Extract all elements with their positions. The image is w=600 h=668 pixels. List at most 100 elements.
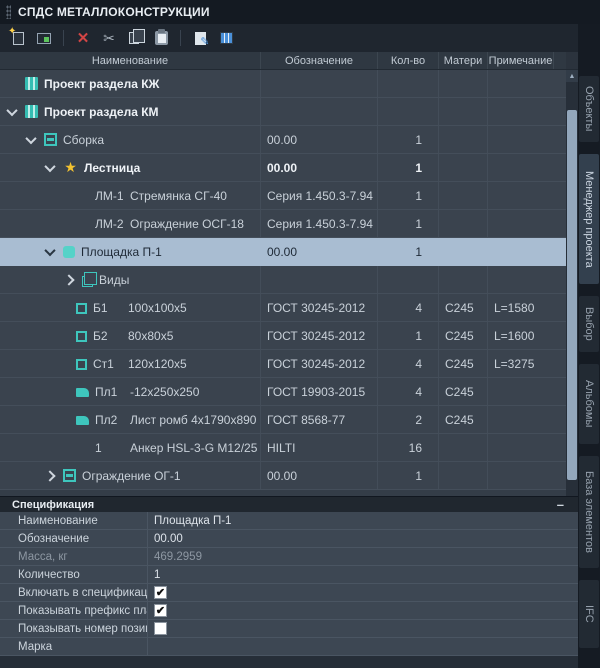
- tab-ifc[interactable]: IFC: [579, 580, 599, 648]
- spec-panel-header[interactable]: Спецификация –: [0, 496, 578, 512]
- profile-icon: [76, 303, 87, 314]
- chevron-right-icon[interactable]: [44, 470, 55, 481]
- paste-icon: [155, 31, 168, 45]
- vertical-scrollbar[interactable]: ▲: [566, 70, 578, 496]
- project-tree: Проект раздела КЖ Проект раздела КМ Сбор…: [0, 70, 566, 496]
- scrollbar-header-gap: [566, 52, 578, 69]
- tree-row-og1[interactable]: Ограждение ОГ-1 00.00 1: [0, 462, 566, 490]
- delete-button[interactable]: ✕: [73, 28, 93, 48]
- tree-row-b2[interactable]: Б280x80x5 ГОСТ 30245-2012 1 С245 L=1600: [0, 322, 566, 350]
- property-value: 469.2959: [148, 548, 578, 565]
- insert-image-button[interactable]: [34, 28, 54, 48]
- property-value[interactable]: 00.00: [148, 530, 578, 547]
- paste-button[interactable]: [151, 28, 171, 48]
- tree-row-pl1[interactable]: Пл1-12x250x250 ГОСТ 19903-2015 4 С245: [0, 378, 566, 406]
- position-mark: Пл1: [95, 385, 130, 399]
- property-label: Включать в спецификацию: [0, 584, 148, 601]
- tree-row-views[interactable]: Виды: [0, 266, 566, 294]
- profile-icon: [76, 331, 87, 342]
- minimize-icon[interactable]: –: [557, 497, 564, 512]
- tree-row-project-km[interactable]: Проект раздела КМ: [0, 98, 566, 126]
- tree-row-anchor[interactable]: 1Анкер HSL-3-G M12/25 HILTI 16: [0, 434, 566, 462]
- plate-icon: [76, 416, 89, 425]
- property-value[interactable]: [148, 638, 578, 655]
- spec-row-mark: Марка: [0, 638, 578, 656]
- tree-row-project-kzh[interactable]: Проект раздела КЖ: [0, 70, 566, 98]
- column-header-note[interactable]: Примечание: [487, 52, 553, 69]
- chevron-down-icon[interactable]: [44, 160, 55, 171]
- drag-grip-icon[interactable]: [6, 5, 11, 19]
- spec-property-grid: Наименование Площадка П-1 Обозначение 00…: [0, 512, 578, 656]
- tab-albums[interactable]: Альбомы: [579, 364, 599, 444]
- toolbar-separator: [63, 30, 64, 46]
- new-object-button[interactable]: ✦: [8, 28, 28, 48]
- table-button[interactable]: [216, 28, 236, 48]
- table-icon: [220, 32, 233, 44]
- project-icon: [25, 105, 38, 118]
- column-header-material[interactable]: Матери: [438, 52, 487, 69]
- tab-selection[interactable]: Выбор: [579, 296, 599, 352]
- property-label: Наименование: [0, 512, 148, 529]
- scrollbar-thumb[interactable]: [567, 110, 577, 480]
- bottom-filler: [0, 656, 578, 668]
- edit-spec-button[interactable]: [190, 28, 210, 48]
- platform-icon: [63, 246, 75, 258]
- insert-image-icon: [37, 33, 51, 44]
- position-mark: Б1: [93, 301, 128, 315]
- position-mark: ЛМ-1: [95, 189, 130, 203]
- tree-row-pl2[interactable]: Пл2Лист ромб 4x1790x890 ГОСТ 8568-77 2 С…: [0, 406, 566, 434]
- property-label: Масса, кг: [0, 548, 148, 565]
- tree-row-platform-selected[interactable]: Площадка П-1 00.00 1: [0, 238, 566, 266]
- tree-row-st1[interactable]: Ст1120x120x5 ГОСТ 30245-2012 4 С245 L=32…: [0, 350, 566, 378]
- assembly-icon: [63, 469, 76, 482]
- project-icon: [25, 77, 38, 90]
- spec-row-designation: Обозначение 00.00: [0, 530, 578, 548]
- position-mark: Б2: [93, 329, 128, 343]
- copy-icon: [129, 32, 139, 44]
- tab-objects[interactable]: Объекты: [579, 76, 599, 142]
- spec-row-include: Включать в спецификацию: [0, 584, 578, 602]
- cut-icon: ✂: [103, 31, 115, 45]
- property-label: Обозначение: [0, 530, 148, 547]
- column-headers: Наименование Обозначение Кол-во Матери П…: [0, 52, 578, 70]
- spec-row-mass: Масса, кг 469.2959: [0, 548, 578, 566]
- tab-element-base[interactable]: База элементов: [579, 456, 599, 568]
- tree-row-assembly[interactable]: Сборка 00.00 1: [0, 126, 566, 154]
- tree-row-lm1[interactable]: ЛМ-1Стремянка СГ-40 Серия 1.450.3-7.94 1: [0, 182, 566, 210]
- column-header-blank: [553, 52, 566, 69]
- show-plate-prefix-checkbox[interactable]: [154, 604, 167, 617]
- spec-row-name: Наименование Площадка П-1: [0, 512, 578, 530]
- column-header-designation[interactable]: Обозначение: [260, 52, 377, 69]
- property-value[interactable]: 1: [148, 566, 578, 583]
- cut-button[interactable]: ✂: [99, 28, 119, 48]
- show-position-number-checkbox[interactable]: [154, 622, 167, 635]
- spec-row-quantity: Количество 1: [0, 566, 578, 584]
- chevron-down-icon[interactable]: [44, 244, 55, 255]
- copy-button[interactable]: [125, 28, 145, 48]
- column-header-quantity[interactable]: Кол-во: [377, 52, 438, 69]
- chevron-down-icon[interactable]: [6, 104, 17, 115]
- profile-icon: [76, 359, 87, 370]
- property-value[interactable]: Площадка П-1: [148, 512, 578, 529]
- chevron-down-icon[interactable]: [25, 132, 36, 143]
- tree-row-ladder[interactable]: ★Лестница 00.00 1: [0, 154, 566, 182]
- scroll-up-icon[interactable]: ▲: [566, 70, 578, 82]
- views-icon: [82, 276, 93, 287]
- star-badge-icon: ✦: [8, 26, 16, 37]
- property-label: Количество: [0, 566, 148, 583]
- tree-row-lm2[interactable]: ЛМ-2Ограждение ОСГ-18 Серия 1.450.3-7.94…: [0, 210, 566, 238]
- position-mark: Пл2: [95, 413, 130, 427]
- side-tab-strip: Объекты Менеджер проекта Выбор Альбомы Б…: [578, 24, 600, 668]
- position-mark: ЛМ-2: [95, 217, 130, 231]
- column-header-name[interactable]: Наименование: [0, 52, 260, 69]
- property-label: Марка: [0, 638, 148, 655]
- plate-icon: [76, 388, 89, 397]
- include-in-spec-checkbox[interactable]: [154, 586, 167, 599]
- panel-title: СПДС МЕТАЛЛОКОНСТРУКЦИИ: [18, 5, 210, 19]
- tab-project-manager[interactable]: Менеджер проекта: [579, 154, 599, 284]
- tree-row-b1[interactable]: Б1100x100x5 ГОСТ 30245-2012 4 С245 L=158…: [0, 294, 566, 322]
- panel-titlebar[interactable]: СПДС МЕТАЛЛОКОНСТРУКЦИИ: [0, 0, 600, 24]
- star-icon: ★: [63, 161, 78, 174]
- chevron-right-icon[interactable]: [63, 274, 74, 285]
- spec-row-position-number: Показывать номер позиции: [0, 620, 578, 638]
